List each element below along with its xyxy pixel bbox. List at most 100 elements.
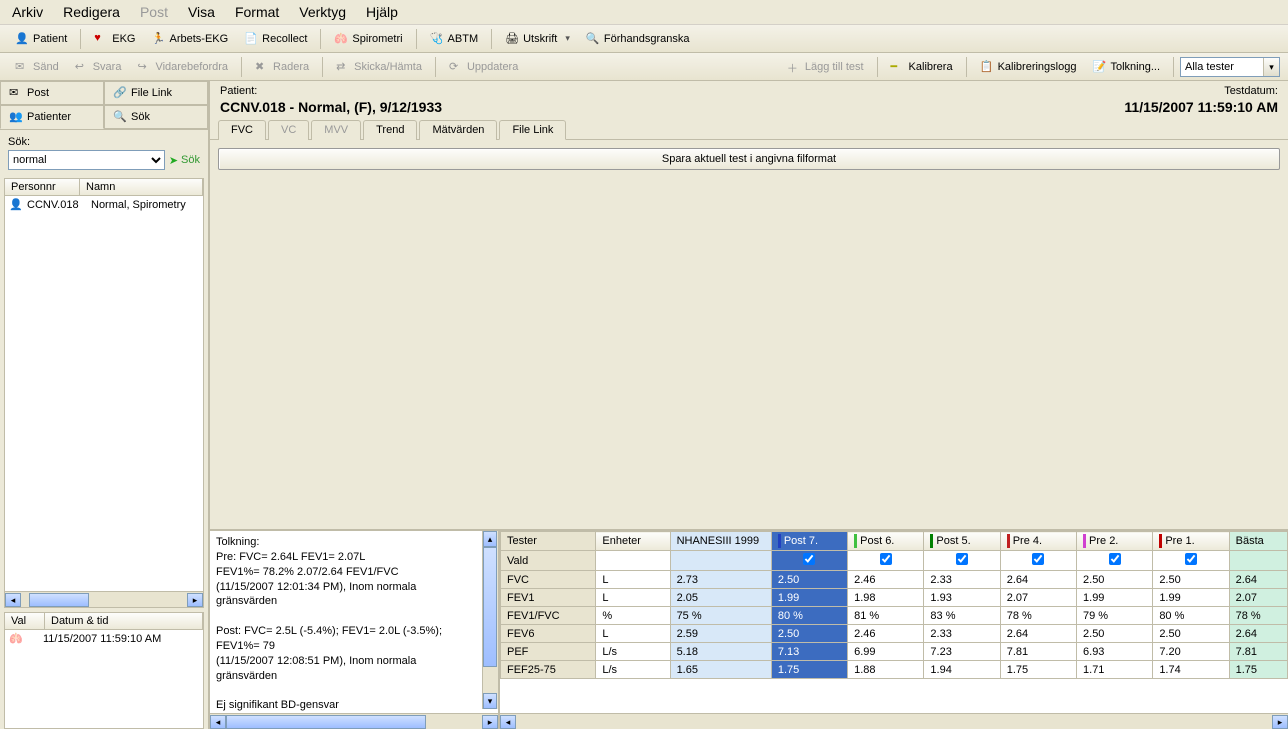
trial-header[interactable]: Post 5. bbox=[924, 532, 1000, 551]
interp-vscroll[interactable]: ▴ ▾ bbox=[482, 531, 498, 709]
recollect-button[interactable]: 📄Recollect bbox=[237, 28, 314, 50]
grid-cell bbox=[596, 551, 670, 571]
grid-cell: 1.99 bbox=[1153, 589, 1229, 607]
grid-cell: 1.94 bbox=[924, 661, 1000, 679]
search-go-button[interactable]: ➤ Sök bbox=[169, 154, 200, 167]
trial-header[interactable]: Pre 4. bbox=[1000, 532, 1076, 551]
arbets-ekg-button[interactable]: 🏃Arbets-EKG bbox=[144, 28, 235, 50]
menu-redigera[interactable]: Redigera bbox=[55, 2, 128, 22]
trial-checkbox[interactable] bbox=[880, 553, 892, 565]
grid-cell: 1.75 bbox=[771, 661, 847, 679]
grid-cell bbox=[1000, 551, 1076, 571]
interp-post2: (11/15/2007 12:08:51 PM), Inom normala g… bbox=[216, 654, 476, 684]
trial-checkbox[interactable] bbox=[956, 553, 968, 565]
trial-checkbox[interactable] bbox=[1109, 553, 1121, 565]
menu-arkiv[interactable]: Arkiv bbox=[4, 2, 51, 22]
menu-verktyg[interactable]: Verktyg bbox=[291, 2, 354, 22]
grid-header[interactable]: NHANESIII 1999 bbox=[670, 532, 771, 551]
grid-cell: 7.20 bbox=[1153, 643, 1229, 661]
grid-header[interactable]: Enheter bbox=[596, 532, 670, 551]
sidebar-tab-filelink[interactable]: 🔗File Link bbox=[104, 81, 208, 105]
tab-matvarden[interactable]: Mätvärden bbox=[419, 120, 497, 140]
interp-pre3: (11/15/2007 12:01:34 PM), Inom normala g… bbox=[216, 580, 476, 610]
col-namn[interactable]: Namn bbox=[80, 179, 203, 196]
preview-button[interactable]: 🔍Förhandsgranska bbox=[579, 28, 697, 50]
bp-icon: 🩺 bbox=[430, 32, 444, 46]
grid-header[interactable]: Tester bbox=[501, 532, 596, 551]
grid-cell: 2.73 bbox=[670, 571, 771, 589]
grid-cell: % bbox=[596, 607, 670, 625]
sidebar-tab-post[interactable]: ✉Post bbox=[0, 81, 104, 105]
grid-cell: 2.64 bbox=[1000, 571, 1076, 589]
menu-hjalp[interactable]: Hjälp bbox=[358, 2, 406, 22]
menu-visa[interactable]: Visa bbox=[180, 2, 223, 22]
grid-cell: 7.13 bbox=[771, 643, 847, 661]
plus-icon: ＋ bbox=[787, 60, 801, 74]
grid-cell: 6.99 bbox=[848, 643, 924, 661]
main-area: ✉Post 🔗File Link 👥Patienter 🔍Sök Sök: no… bbox=[0, 81, 1288, 729]
tab-trend[interactable]: Trend bbox=[363, 120, 417, 140]
grid-header[interactable]: Bästa bbox=[1229, 532, 1287, 551]
scroll-up-icon[interactable]: ▴ bbox=[483, 531, 497, 547]
interpret-button[interactable]: 📝Tolkning... bbox=[1085, 56, 1167, 78]
trial-header[interactable]: Post 7. bbox=[771, 532, 847, 551]
col-datum[interactable]: Datum & tid bbox=[45, 613, 203, 630]
trial-header[interactable]: Post 6. bbox=[848, 532, 924, 551]
patient-list-hscroll[interactable]: ◂ ▸ bbox=[5, 591, 203, 607]
sidebar: ✉Post 🔗File Link 👥Patienter 🔍Sök Sök: no… bbox=[0, 81, 210, 729]
person-icon: 👤 bbox=[15, 32, 29, 46]
save-test-button[interactable]: Spara aktuell test i angivna filformat bbox=[218, 148, 1280, 170]
search-input[interactable]: normal bbox=[8, 150, 165, 170]
lungs-icon: 🫁 bbox=[334, 32, 348, 46]
patient-icon: 👤 bbox=[9, 198, 23, 212]
interp-pre1: Pre: FVC= 2.64L FEV1= 2.07L bbox=[216, 550, 476, 565]
interp-hscroll[interactable]: ◂ ▸ bbox=[210, 713, 498, 729]
trial-header[interactable]: Pre 2. bbox=[1077, 532, 1153, 551]
grid-hscroll[interactable]: ◂ ▸ bbox=[500, 713, 1288, 729]
interp-pre2: FEV1%= 78.2% 2.07/2.64 FEV1/FVC bbox=[216, 565, 476, 580]
col-personnr[interactable]: Personnr bbox=[5, 179, 80, 196]
calibration-log-button[interactable]: 📋Kalibreringslogg bbox=[973, 56, 1084, 78]
people-icon: 👥 bbox=[9, 110, 23, 124]
print-button[interactable]: 🖨Utskrift bbox=[498, 28, 577, 50]
scroll-right-icon[interactable]: ▸ bbox=[187, 593, 203, 607]
menu-format[interactable]: Format bbox=[227, 2, 287, 22]
scroll-right-icon[interactable]: ▸ bbox=[482, 715, 498, 729]
grid-cell: 7.81 bbox=[1000, 643, 1076, 661]
ekg-button[interactable]: ♥EKG bbox=[87, 28, 142, 50]
grid-cell: 2.50 bbox=[1153, 571, 1229, 589]
trial-checkbox[interactable] bbox=[803, 553, 815, 565]
test-row[interactable]: 🫁 11/15/2007 11:59:10 AM bbox=[5, 630, 203, 648]
patient-name: Normal, Spirometry bbox=[91, 199, 186, 211]
grid-cell: 2.50 bbox=[1077, 625, 1153, 643]
trial-header[interactable]: Pre 1. bbox=[1153, 532, 1229, 551]
sidebar-tab-sok[interactable]: 🔍Sök bbox=[104, 105, 208, 129]
scroll-left-icon[interactable]: ◂ bbox=[5, 593, 21, 607]
tab-fvc[interactable]: FVC bbox=[218, 120, 266, 140]
grid-cell: FEV1/FVC bbox=[501, 607, 596, 625]
sidebar-tabs: ✉Post 🔗File Link 👥Patienter 🔍Sök bbox=[0, 81, 208, 130]
tab-filelink[interactable]: File Link bbox=[499, 120, 566, 140]
grid-cell: 2.05 bbox=[670, 589, 771, 607]
tab-vc: VC bbox=[268, 120, 309, 140]
trial-checkbox[interactable] bbox=[1032, 553, 1044, 565]
chevron-down-icon[interactable]: ▾ bbox=[1263, 58, 1279, 76]
spirometri-button[interactable]: 🫁Spirometri bbox=[327, 28, 409, 50]
trial-checkbox[interactable] bbox=[1185, 553, 1197, 565]
scroll-left-icon[interactable]: ◂ bbox=[210, 715, 226, 729]
scroll-left-icon[interactable]: ◂ bbox=[500, 715, 516, 729]
patient-row[interactable]: 👤 CCNV.018 Normal, Spirometry bbox=[5, 196, 203, 214]
calibrate-button[interactable]: ━Kalibrera bbox=[884, 56, 960, 78]
patient-button[interactable]: 👤Patient bbox=[8, 28, 74, 50]
heartbeat-icon: ♥ bbox=[94, 32, 108, 46]
scroll-right-icon[interactable]: ▸ bbox=[1272, 715, 1288, 729]
abtm-button[interactable]: 🩺ABTM bbox=[423, 28, 486, 50]
scroll-down-icon[interactable]: ▾ bbox=[483, 693, 497, 709]
sidebar-tab-patienter[interactable]: 👥Patienter bbox=[0, 105, 104, 129]
delete-button: ✖Radera bbox=[248, 56, 316, 78]
test-filter-combo[interactable]: Alla tester ▾ bbox=[1180, 57, 1280, 77]
content-tabs: FVC VC MVV Trend Mätvärden File Link bbox=[210, 117, 1288, 140]
grid-cell: 1.93 bbox=[924, 589, 1000, 607]
sync-icon: ⇄ bbox=[336, 60, 350, 74]
col-val[interactable]: Val bbox=[5, 613, 45, 630]
